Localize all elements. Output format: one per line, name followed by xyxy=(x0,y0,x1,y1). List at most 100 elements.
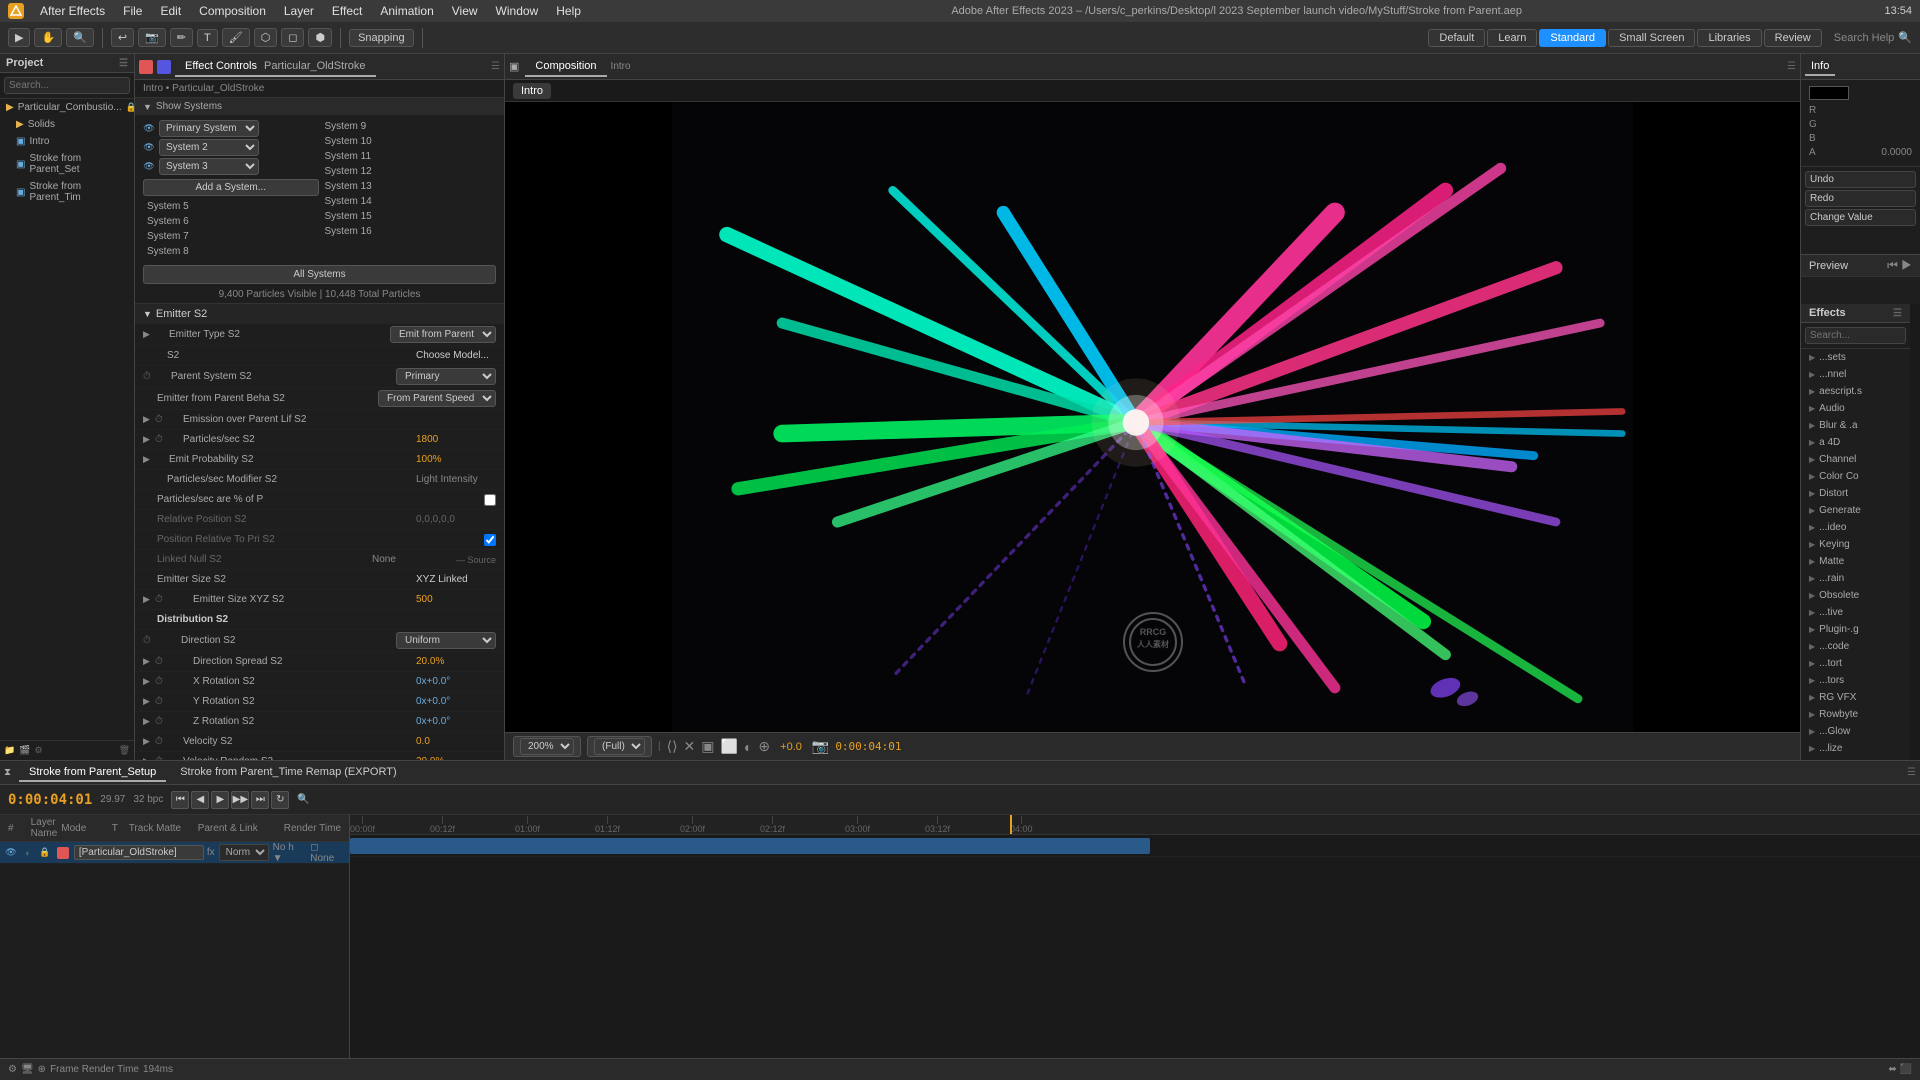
param-emitter-type-select[interactable]: Emit from Parent xyxy=(390,326,496,343)
param-value-z-rotation[interactable]: 0x+0.0° xyxy=(416,716,496,727)
tool-brush[interactable]: 🖌 xyxy=(222,28,250,47)
param-expand-velocity[interactable]: ▶ xyxy=(143,736,155,747)
param-expand-emit-prob[interactable]: ▶ xyxy=(143,454,155,465)
comp-menu-icon[interactable]: ☰ xyxy=(1787,61,1796,72)
tool-mask[interactable]: ◻ xyxy=(281,28,304,47)
timeline-playhead[interactable] xyxy=(1010,815,1012,834)
menu-animation[interactable]: Animation xyxy=(372,2,441,20)
effects-item-aescript[interactable]: ▶ aescript.s xyxy=(1801,383,1910,400)
track-bar-1[interactable] xyxy=(350,838,1150,854)
change-value-button[interactable]: Change Value xyxy=(1805,209,1916,226)
new-folder-icon[interactable]: 📁 xyxy=(4,745,15,756)
param-choose-model-value[interactable]: Choose Model... xyxy=(416,350,496,361)
workspace-libraries[interactable]: Libraries xyxy=(1697,29,1761,47)
param-expand-dir-spread[interactable]: ▶ xyxy=(143,656,155,667)
layer-mode-select-1[interactable]: Norm xyxy=(219,844,269,861)
param-expand-x-rot[interactable]: ▶ xyxy=(143,676,155,687)
workspace-standard[interactable]: Standard xyxy=(1539,29,1606,47)
show-systems-header[interactable]: ▼ Show Systems xyxy=(135,98,504,115)
project-menu-icon[interactable]: ☰ xyxy=(119,58,128,69)
project-item-intro[interactable]: ▣ Intro xyxy=(0,133,134,150)
comp-tab-intro[interactable]: Composition xyxy=(525,57,606,77)
system-14-label[interactable]: System 14 xyxy=(321,195,376,208)
layer-solo-1[interactable]: ◐ xyxy=(21,846,35,860)
project-item-solids[interactable]: ▶ Solids xyxy=(0,116,134,133)
param-expand-emission[interactable]: ▶ xyxy=(143,414,155,425)
effects-item-rgvfx[interactable]: ▶ RG VFX xyxy=(1801,689,1910,706)
tool-camera[interactable]: 📷 xyxy=(138,28,166,47)
project-item-stroke-tim[interactable]: ▣ Stroke from Parent_Tim xyxy=(0,178,134,206)
param-expand-emitter-xyz[interactable]: ▶ xyxy=(143,594,155,605)
menu-file[interactable]: File xyxy=(115,2,150,20)
info-tab[interactable]: Info xyxy=(1805,58,1835,76)
system-eye-3[interactable]: 👁 xyxy=(143,161,155,173)
tool-select[interactable]: ▶ xyxy=(8,28,30,47)
menu-edit[interactable]: Edit xyxy=(152,2,189,20)
all-systems-button[interactable]: All Systems xyxy=(143,265,496,284)
system-13-label[interactable]: System 13 xyxy=(321,180,376,193)
comp-ctrl-5[interactable]: ◐ xyxy=(744,739,752,755)
system-16-label[interactable]: System 16 xyxy=(321,225,376,238)
effect-controls-tab[interactable]: Effect Controls Particular_OldStroke xyxy=(175,57,376,77)
transport-skip-end[interactable]: ⏭ xyxy=(251,791,269,809)
comp-ctrl-1[interactable]: ⟨⟩ xyxy=(667,738,678,755)
effects-item-video[interactable]: ▶ ...ideo xyxy=(1801,519,1910,536)
delete-icon[interactable]: 🗑 xyxy=(119,745,130,756)
transport-skip-start[interactable]: ⏮ xyxy=(171,791,189,809)
transport-loop[interactable]: ↻ xyxy=(271,791,289,809)
menu-help[interactable]: Help xyxy=(548,2,589,20)
menu-window[interactable]: Window xyxy=(488,2,547,20)
system-3-select[interactable]: System 3 xyxy=(159,158,259,175)
effects-item-plugin[interactable]: ▶ Plugin-.g xyxy=(1801,621,1910,638)
param-value-emitter-size[interactable]: XYZ Linked xyxy=(416,574,496,585)
effects-item-sets[interactable]: ▶ ...sets xyxy=(1801,349,1910,366)
effects-item-channel[interactable]: ▶ Channel xyxy=(1801,451,1910,468)
workspace-default[interactable]: Default xyxy=(1428,29,1485,47)
system-6-label[interactable]: System 6 xyxy=(143,215,193,228)
undo-button[interactable]: Undo xyxy=(1805,171,1916,188)
emitter-s2-header[interactable]: ▼ Emitter S2 xyxy=(135,304,504,324)
menu-effect[interactable]: Effect xyxy=(324,2,370,20)
system-15-label[interactable]: System 15 xyxy=(321,210,376,223)
effects-item-tors[interactable]: ▶ ...tors xyxy=(1801,672,1910,689)
effects-item-rowbyte[interactable]: ▶ Rowbyte xyxy=(1801,706,1910,723)
new-comp-icon[interactable]: 🎬 xyxy=(19,745,30,756)
system-9-label[interactable]: System 9 xyxy=(321,120,371,133)
system-12-label[interactable]: System 12 xyxy=(321,165,376,178)
system-11-label[interactable]: System 11 xyxy=(321,150,376,163)
timeline-tab-export[interactable]: Stroke from Parent_Time Remap (EXPORT) xyxy=(170,764,406,782)
layer-matte-1[interactable]: ◻ None xyxy=(310,842,345,864)
param-value-emitter-size-xyz[interactable]: 500 xyxy=(416,594,496,605)
tool-text[interactable]: T xyxy=(197,29,218,47)
effects-item-tive[interactable]: ▶ ...tive xyxy=(1801,604,1910,621)
redo-button[interactable]: Redo xyxy=(1805,190,1916,207)
transport-next-frame[interactable]: ▶▶ xyxy=(231,791,249,809)
param-expand-y-rot[interactable]: ▶ xyxy=(143,696,155,707)
tool-zoom[interactable]: 🔍 xyxy=(66,28,94,47)
param-checkbox-particles-pct[interactable] xyxy=(484,494,496,506)
layer-color-1[interactable] xyxy=(57,847,69,859)
comp-zoom-select[interactable]: 200% xyxy=(520,738,574,755)
intro-sub-tab[interactable]: Intro xyxy=(513,83,551,99)
workspace-learn[interactable]: Learn xyxy=(1487,29,1537,47)
transport-play[interactable]: ▶ xyxy=(211,791,229,809)
effects-search-input[interactable] xyxy=(1805,327,1906,344)
system-2-select[interactable]: System 2 xyxy=(159,139,259,156)
effects-item-a4d[interactable]: ▶ a 4D xyxy=(1801,434,1910,451)
effects-item-blur[interactable]: ▶ Blur & .a xyxy=(1801,417,1910,434)
comp-time-offset[interactable]: +0.0 xyxy=(780,741,802,753)
menu-layer[interactable]: Layer xyxy=(276,2,322,20)
status-scroll-icon[interactable]: ⬌ xyxy=(1888,1064,1896,1075)
tool-hand[interactable]: ✋ xyxy=(34,28,62,47)
layer-vis-1[interactable]: 👁 xyxy=(4,846,18,860)
param-value-linked-null[interactable]: None xyxy=(372,554,452,565)
effects-item-rain[interactable]: ▶ ...rain xyxy=(1801,570,1910,587)
param-emission-parent[interactable]: ▶ ⏱ Emission over Parent Lif S2 xyxy=(135,410,504,430)
system-8-label[interactable]: System 8 xyxy=(143,245,193,258)
project-item-folder[interactable]: ▶ Particular_Combustio... 🔒 xyxy=(0,99,134,116)
system-7-label[interactable]: System 7 xyxy=(143,230,193,243)
comp-ctrl-4[interactable]: ⬜ xyxy=(721,738,738,755)
status-icon-2[interactable]: 🖥 xyxy=(21,1064,34,1075)
comp-zoom-btn[interactable]: 200% xyxy=(513,736,581,757)
layer-switch-1[interactable]: No h ▼ xyxy=(273,842,307,864)
